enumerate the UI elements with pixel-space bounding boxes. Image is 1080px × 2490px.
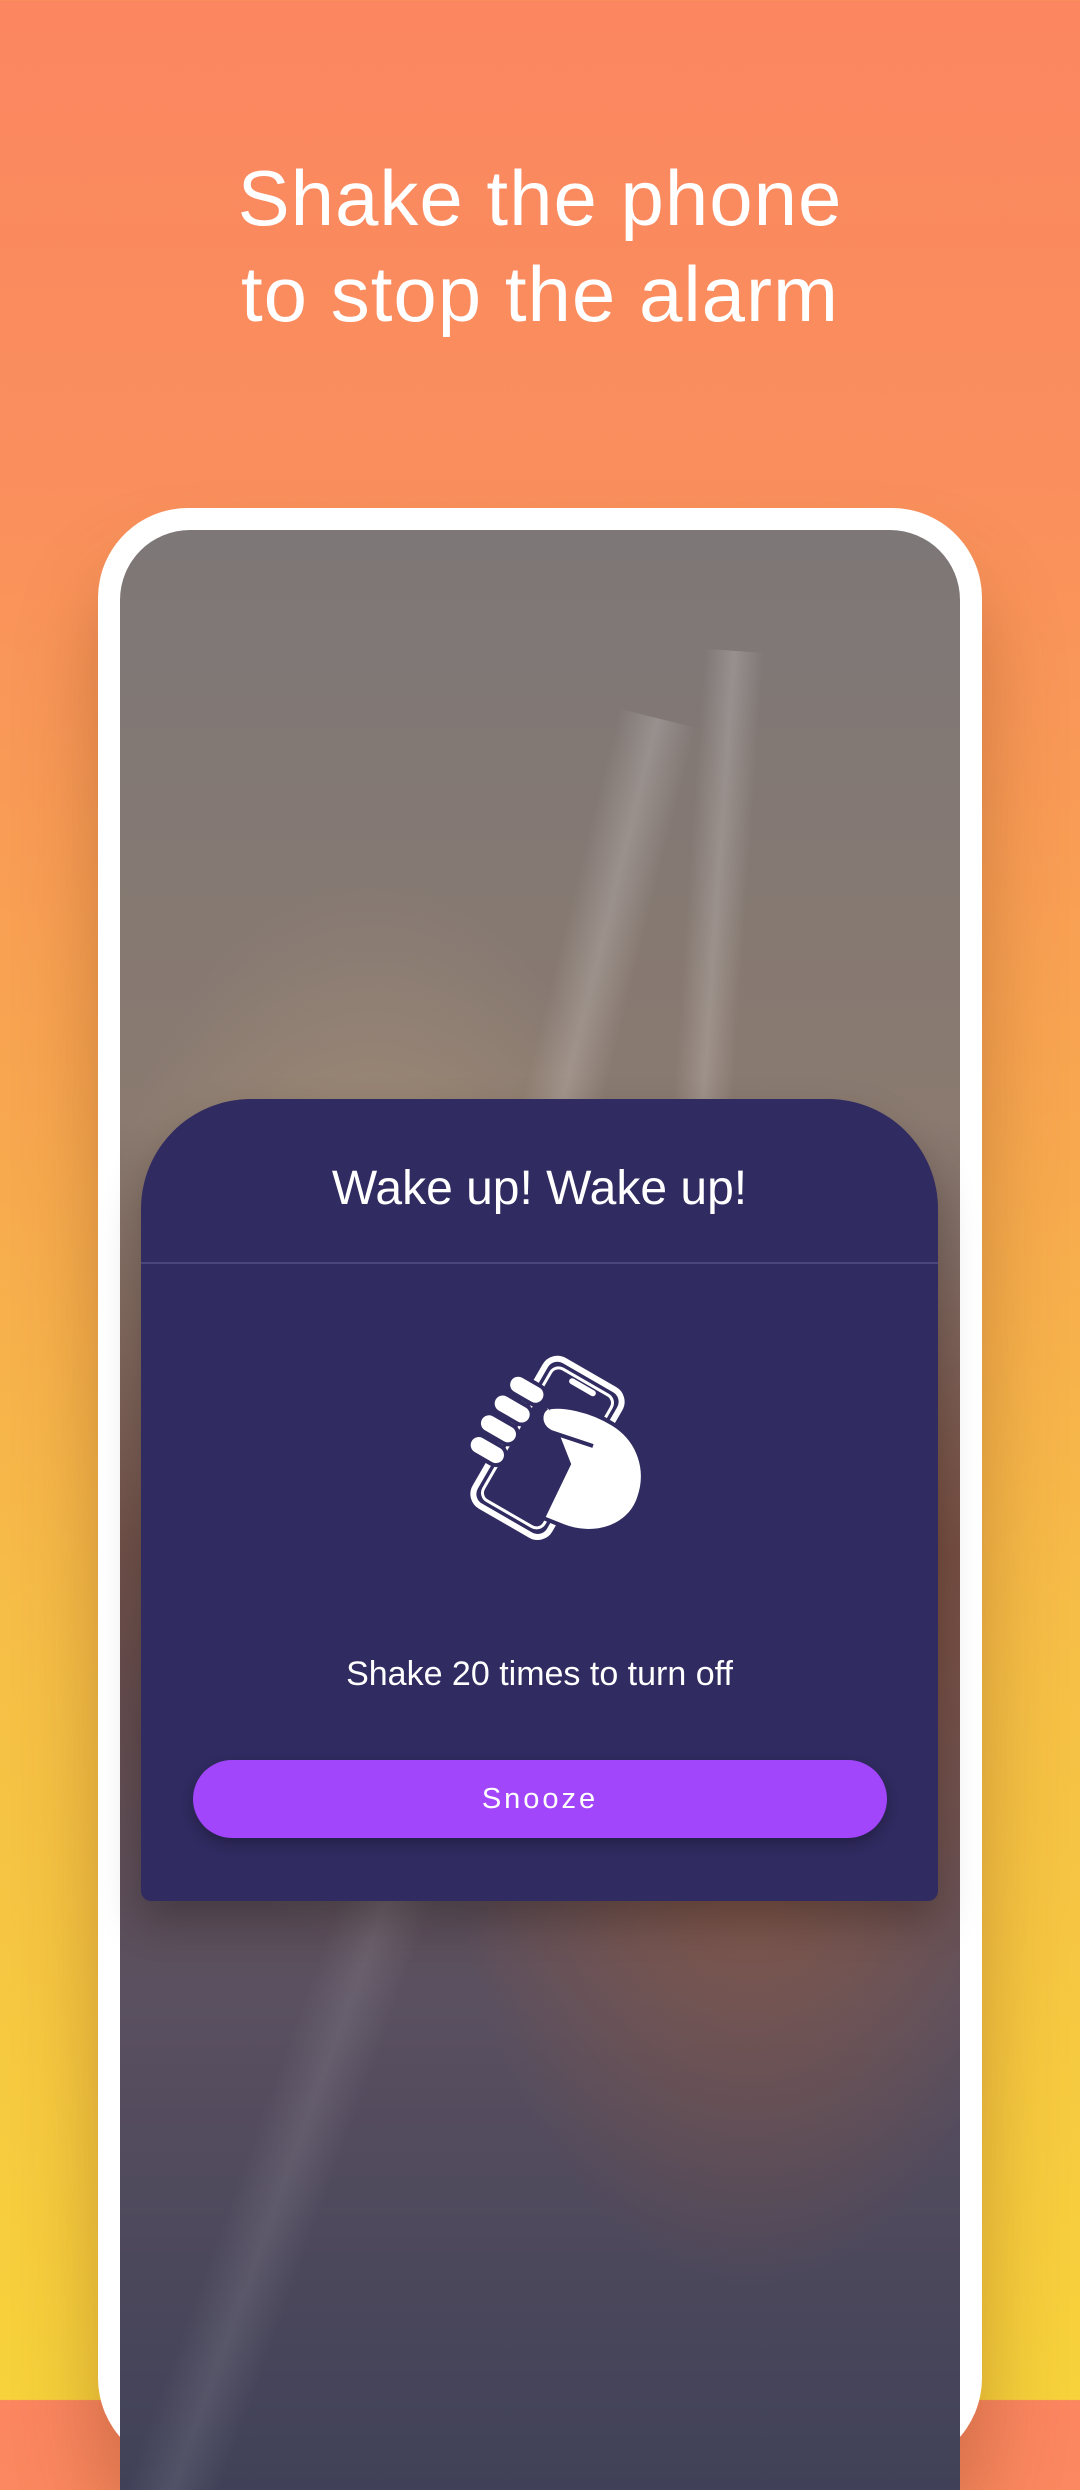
- shake-instruction: Shake 20 times to turn off: [346, 1655, 733, 1693]
- headline-line-1: Shake the phone: [237, 154, 843, 242]
- alarm-dialog: Wake up! Wake up! Shake 20 times to turn…: [141, 1099, 938, 1901]
- snooze-button[interactable]: Snooze: [193, 1760, 887, 1838]
- alarm-title: Wake up! Wake up!: [331, 1162, 748, 1215]
- shake-phone-icon: [466, 1355, 645, 1540]
- promo-headline: Shake the phone to stop the alarm: [0, 150, 1080, 342]
- headline-line-2: to stop the alarm: [241, 250, 839, 338]
- wallpaper-streak: [123, 1835, 447, 2490]
- divider: [141, 1262, 938, 1264]
